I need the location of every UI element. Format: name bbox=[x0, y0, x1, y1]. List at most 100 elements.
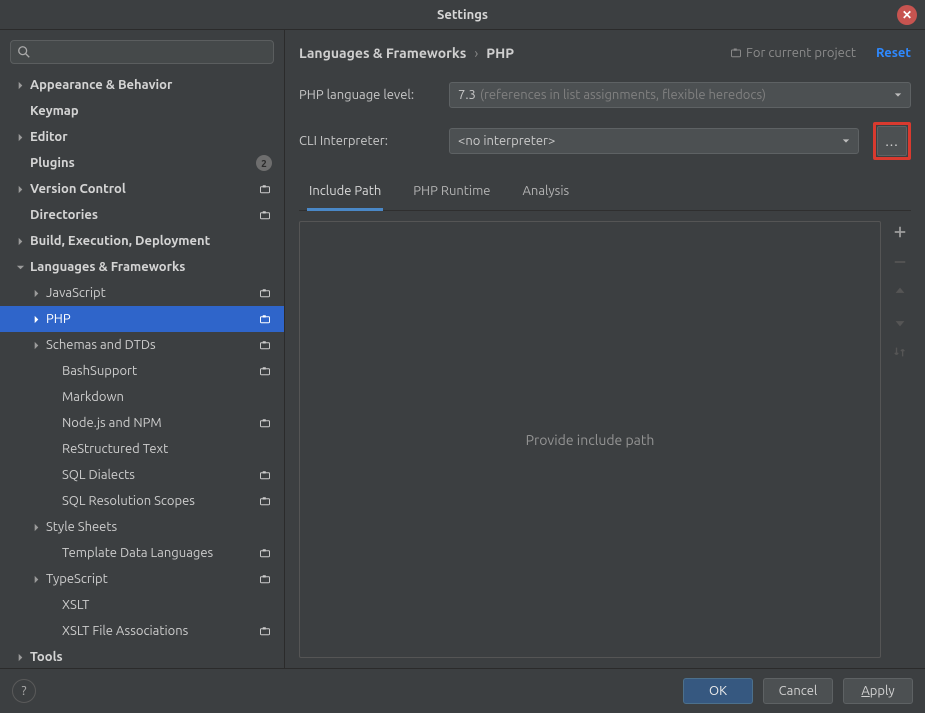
php-level-label: PHP language level: bbox=[299, 88, 439, 102]
tree-item-sql-resolution-scopes[interactable]: SQL Resolution Scopes bbox=[0, 488, 284, 514]
close-icon: ✕ bbox=[902, 8, 912, 22]
tree-item-label: Version Control bbox=[30, 182, 252, 196]
project-scope-icon bbox=[258, 182, 272, 196]
tree-arrow-icon bbox=[46, 417, 58, 429]
tree-item-keymap[interactable]: Keymap bbox=[0, 98, 284, 124]
reset-link[interactable]: Reset bbox=[876, 46, 911, 60]
close-button[interactable]: ✕ bbox=[897, 5, 917, 25]
search-input[interactable] bbox=[36, 45, 267, 60]
sort-button bbox=[891, 343, 909, 361]
tree-item-version-control[interactable]: Version Control bbox=[0, 176, 284, 202]
tree-item-style-sheets[interactable]: Style Sheets bbox=[0, 514, 284, 540]
tree-arrow-icon bbox=[46, 469, 58, 481]
search-wrap bbox=[0, 36, 284, 72]
tree-item-node-js-and-npm[interactable]: Node.js and NPM bbox=[0, 410, 284, 436]
breadcrumb-row: Languages & Frameworks › PHP For current… bbox=[299, 38, 911, 68]
tree-item-label: PHP bbox=[46, 312, 252, 326]
apply-button[interactable]: Apply bbox=[843, 678, 913, 704]
tree-item-label: Appearance & Behavior bbox=[30, 78, 272, 92]
panel-area: Provide include path bbox=[299, 221, 911, 658]
tree-item-label: Plugins bbox=[30, 156, 256, 170]
tree-item-editor[interactable]: Editor bbox=[0, 124, 284, 150]
tree-item-label: Directories bbox=[30, 208, 252, 222]
tree-item-xslt[interactable]: XSLT bbox=[0, 592, 284, 618]
tree-arrow-icon bbox=[14, 79, 26, 91]
scope-indicator: For current project bbox=[730, 46, 856, 60]
project-scope-icon bbox=[258, 338, 272, 352]
cli-interpreter-dropdown[interactable]: <no interpreter> bbox=[449, 128, 859, 154]
php-level-value: 7.3 bbox=[458, 88, 476, 102]
tree-item-schemas-and-dtds[interactable]: Schemas and DTDs bbox=[0, 332, 284, 358]
cli-interpreter-row: CLI Interpreter: <no interpreter> ... bbox=[299, 122, 911, 160]
tree-item-directories[interactable]: Directories bbox=[0, 202, 284, 228]
project-scope-icon bbox=[258, 312, 272, 326]
tree-item-xslt-file-associations[interactable]: XSLT File Associations bbox=[0, 618, 284, 644]
plugins-badge: 2 bbox=[256, 155, 272, 171]
tree-arrow-icon bbox=[46, 495, 58, 507]
breadcrumb-sep: › bbox=[474, 45, 478, 61]
project-scope-icon bbox=[258, 572, 272, 586]
tree-item-template-data-languages[interactable]: Template Data Languages bbox=[0, 540, 284, 566]
main-panel: Languages & Frameworks › PHP For current… bbox=[285, 30, 925, 668]
settings-tree: Appearance & Behavior Keymap Editor Plugins… bbox=[0, 72, 284, 668]
tab-include-path[interactable]: Include Path bbox=[307, 178, 383, 211]
tree-item-php[interactable]: PHP bbox=[0, 306, 284, 332]
cancel-label: Cancel bbox=[779, 684, 818, 698]
tree-arrow-icon bbox=[46, 599, 58, 611]
ok-label: OK bbox=[709, 684, 727, 698]
tree-item-appearance-behavior[interactable]: Appearance & Behavior bbox=[0, 72, 284, 98]
tree-item-bashsupport[interactable]: BashSupport bbox=[0, 358, 284, 384]
php-level-row: PHP language level: 7.3 (references in l… bbox=[299, 82, 911, 108]
php-level-hint: (references in list assignments, flexibl… bbox=[480, 88, 766, 102]
cli-browse-button[interactable]: ... bbox=[877, 126, 907, 156]
tree-arrow-icon bbox=[46, 365, 58, 377]
tree-arrow-icon bbox=[14, 157, 26, 169]
php-level-dropdown[interactable]: 7.3 (references in list assignments, fle… bbox=[449, 82, 911, 108]
tree-arrow-icon bbox=[46, 547, 58, 559]
tree-item-tools[interactable]: Tools bbox=[0, 644, 284, 668]
tree-arrow-icon bbox=[30, 313, 42, 325]
content: Appearance & Behavior Keymap Editor Plugins… bbox=[0, 30, 925, 668]
apply-rest: pply bbox=[870, 684, 895, 698]
tree-item-label: Languages & Frameworks bbox=[30, 260, 272, 274]
tree-arrow-icon bbox=[14, 651, 26, 663]
tree-item-typescript[interactable]: TypeScript bbox=[0, 566, 284, 592]
tree-item-plugins[interactable]: Plugins2 bbox=[0, 150, 284, 176]
tree-item-label: Editor bbox=[30, 130, 272, 144]
cancel-button[interactable]: Cancel bbox=[763, 678, 833, 704]
include-path-panel[interactable]: Provide include path bbox=[299, 221, 881, 658]
ok-button[interactable]: OK bbox=[683, 678, 753, 704]
tree-item-languages-frameworks[interactable]: Languages & Frameworks bbox=[0, 254, 284, 280]
tree-item-label: Build, Execution, Deployment bbox=[30, 234, 272, 248]
help-button[interactable]: ? bbox=[12, 679, 36, 703]
tree-arrow-icon bbox=[14, 209, 26, 221]
add-button[interactable] bbox=[891, 223, 909, 241]
tree-item-javascript[interactable]: JavaScript bbox=[0, 280, 284, 306]
cli-browse-highlight: ... bbox=[873, 122, 911, 160]
tree-item-build-execution-deployment[interactable]: Build, Execution, Deployment bbox=[0, 228, 284, 254]
tree-item-markdown[interactable]: Markdown bbox=[0, 384, 284, 410]
project-scope-icon bbox=[258, 208, 272, 222]
project-scope-icon bbox=[730, 47, 742, 59]
tree-arrow-icon bbox=[14, 235, 26, 247]
tree-item-restructured-text[interactable]: ReStructured Text bbox=[0, 436, 284, 462]
ellipsis-icon: ... bbox=[885, 133, 898, 149]
tree-arrow-icon bbox=[30, 521, 42, 533]
search-field[interactable] bbox=[10, 40, 274, 64]
tree-item-sql-dialects[interactable]: SQL Dialects bbox=[0, 462, 284, 488]
remove-button bbox=[891, 253, 909, 271]
include-path-placeholder: Provide include path bbox=[526, 432, 655, 448]
tab-php-runtime[interactable]: PHP Runtime bbox=[411, 178, 492, 210]
tree-arrow-icon bbox=[46, 625, 58, 637]
apply-underline: A bbox=[861, 684, 869, 698]
move-up-button bbox=[891, 283, 909, 301]
tree-arrow-icon bbox=[14, 183, 26, 195]
tree-item-label: JavaScript bbox=[46, 286, 252, 300]
tree-arrow-icon bbox=[30, 287, 42, 299]
project-scope-icon bbox=[258, 364, 272, 378]
project-scope-icon bbox=[258, 624, 272, 638]
tree-item-label: TypeScript bbox=[46, 572, 252, 586]
breadcrumb-root[interactable]: Languages & Frameworks bbox=[299, 45, 466, 61]
tree-item-label: Keymap bbox=[30, 104, 272, 118]
tab-analysis[interactable]: Analysis bbox=[520, 178, 571, 210]
